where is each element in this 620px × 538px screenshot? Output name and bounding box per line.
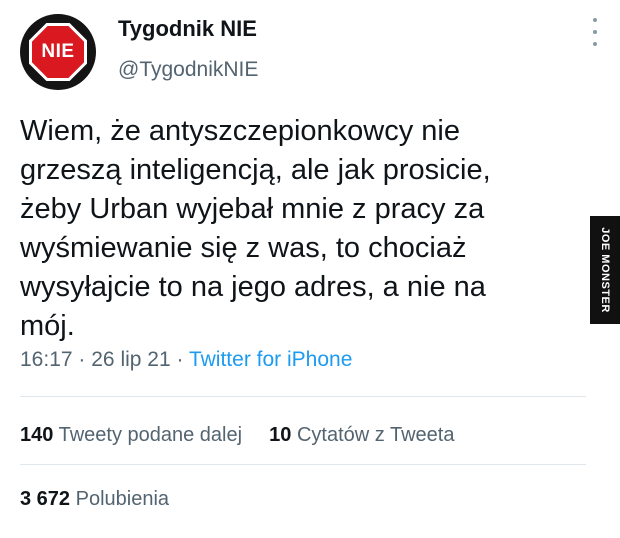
watermark-text: JOE MONSTER xyxy=(599,227,612,313)
watermark-logo: JOE MONSTER xyxy=(590,216,620,324)
tweet-header: NIE Tygodnik NIE @TygodnikNIE xyxy=(20,12,600,92)
nie-logo-icon: NIE xyxy=(29,23,87,81)
tweet-line: wyśmiewanie się z was, to chociaż xyxy=(20,232,467,264)
tweet-line: Wiem, że antyszczepionkowcy nie xyxy=(20,115,460,147)
divider xyxy=(20,396,586,397)
more-vertical-icon[interactable] xyxy=(590,18,600,46)
retweets-label: Tweety podane dalej xyxy=(58,424,243,446)
quotes-label: Cytatów z Tweeta xyxy=(296,424,455,446)
tweet-time[interactable]: 16:17 xyxy=(20,348,73,371)
avatar-logo-text: NIE xyxy=(32,26,84,78)
meta-separator: · xyxy=(78,348,86,371)
tweet-source-link[interactable]: Twitter for iPhone xyxy=(189,348,352,371)
tweet-meta: 16:17 · 26 lip 21 · Twitter for iPhone xyxy=(20,348,352,372)
meta-separator: · xyxy=(176,348,184,371)
tweet-line: grzeszą inteligencją, ale jak prosicie, xyxy=(20,154,491,186)
likes-count: 3 672 xyxy=(20,488,71,510)
likes-stats-row: 3 672 Polubienia xyxy=(20,488,169,511)
tweet-line: wysyłajcie to na jego adres, a nie na xyxy=(20,271,486,303)
author-name[interactable]: Tygodnik NIE xyxy=(118,16,257,42)
quotes-stat[interactable]: 10 Cytatów z Tweeta xyxy=(269,424,454,446)
divider xyxy=(20,464,586,465)
quotes-count: 10 xyxy=(269,424,292,446)
tweet-line: żeby Urban wyjebał mnie z pracy za xyxy=(20,193,485,225)
author-handle[interactable]: @TygodnikNIE xyxy=(118,58,258,82)
avatar[interactable]: NIE xyxy=(20,14,96,90)
tweet-date[interactable]: 26 lip 21 xyxy=(91,348,170,371)
likes-label: Polubienia xyxy=(75,488,170,510)
retweets-count: 140 xyxy=(20,424,54,446)
likes-stat[interactable]: 3 672 Polubienia xyxy=(20,488,169,510)
retweets-stat[interactable]: 140 Tweety podane dalej xyxy=(20,424,242,446)
tweet-text: Wiem, że antyszczepionkowcy nie grzeszą … xyxy=(20,112,580,346)
tweet-line: mój. xyxy=(20,310,75,342)
retweet-stats-row: 140 Tweety podane dalej 10 Cytatów z Twe… xyxy=(20,424,454,447)
